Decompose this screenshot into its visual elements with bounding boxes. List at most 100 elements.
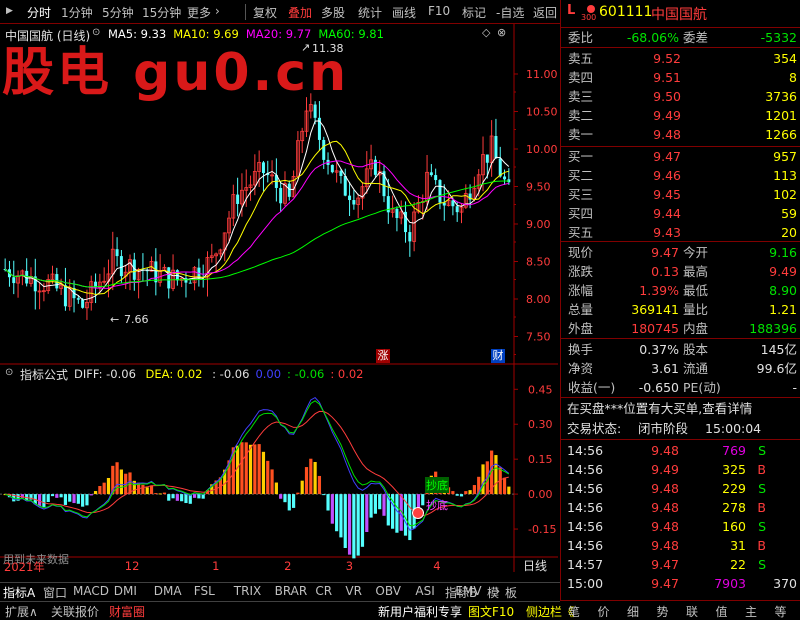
extend-tab-0[interactable]: 扩展∧: [5, 603, 38, 620]
macd-bar: [42, 494, 46, 507]
macd-tick-label: 0.15: [528, 453, 553, 466]
kline-svg[interactable]: 11.0010.5010.009.509.008.508.007.500.450…: [0, 24, 558, 572]
buy-volume: 20: [781, 225, 797, 240]
indicator-tab-1[interactable]: 窗口: [43, 584, 67, 601]
tab-15min[interactable]: 15分钟: [142, 4, 181, 21]
macd-bar: [154, 493, 158, 495]
candle-body: [63, 285, 67, 307]
indicator-tab-6[interactable]: TRIX: [234, 584, 261, 598]
mark-button[interactable]: 标记: [462, 4, 486, 21]
back-button[interactable]: 返回: [533, 4, 557, 21]
more-chevron-icon[interactable]: ›: [215, 4, 220, 18]
sell-row-0[interactable]: 卖五 9.52 354: [561, 50, 800, 68]
quote-tab-3[interactable]: 势: [657, 603, 669, 620]
sell-row-4[interactable]: 卖一 9.48 1266: [561, 126, 800, 144]
macd-extra-value: : 0.02: [330, 367, 364, 381]
candle-body: [12, 277, 16, 284]
stats-button[interactable]: 统计: [358, 4, 382, 21]
indicator-settings-icon[interactable]: ⊙: [5, 367, 13, 378]
indicator-label[interactable]: 指标公式: [20, 366, 68, 383]
indicator-tab-11[interactable]: ASI: [415, 584, 434, 598]
tick-volume: 769: [722, 443, 746, 458]
quote-tab-1[interactable]: 价: [598, 603, 610, 620]
quote-tab-7[interactable]: 等: [775, 603, 787, 620]
fuquan-button[interactable]: 复权: [253, 4, 277, 21]
quote-tab-5[interactable]: 值: [716, 603, 728, 620]
tab-1min[interactable]: 1分钟: [61, 4, 93, 21]
candle-body: [429, 172, 433, 176]
macd-bar: [347, 494, 352, 555]
macd-bar: [330, 494, 334, 524]
sell-row-3[interactable]: 卖二 9.49 1201: [561, 107, 800, 125]
diamond-icon[interactable]: ◇: [482, 26, 490, 39]
stat-value: 9.49: [769, 264, 797, 279]
indicator-tab-4[interactable]: DMA: [154, 584, 182, 598]
buy-row-4[interactable]: 买五 9.43 20: [561, 224, 800, 242]
macd-bar: [507, 486, 511, 495]
notice-text[interactable]: 在买盘***位置有大买单,查看详情: [567, 400, 752, 418]
play-icon[interactable]: ▶: [6, 6, 13, 16]
indicator-tab-8[interactable]: CR: [315, 584, 332, 598]
macd-bar: [266, 460, 270, 495]
indicator-tab-10[interactable]: OBV: [375, 584, 401, 598]
multi-stock-button[interactable]: 多股: [321, 4, 345, 21]
candle-body: [279, 187, 283, 204]
tab-more[interactable]: 更多: [187, 4, 211, 21]
tick-time: 14:56: [567, 462, 604, 477]
indicator-tab-2[interactable]: MACD: [73, 584, 109, 598]
buy-row-0[interactable]: 买一 9.47 957: [561, 148, 800, 166]
kline-chart-area[interactable]: 11.00 10.50 10.00 9.50 9.00 8.50 8.00 7.50 0.45 0…: [0, 24, 558, 574]
indicator-tab-3[interactable]: DMI: [114, 584, 137, 598]
f10-button[interactable]: F10: [428, 4, 450, 18]
quote-tab-6[interactable]: 主: [745, 603, 757, 620]
extend-tab-2[interactable]: 财富圈: [109, 603, 145, 620]
tick-row: 14:56 9.48 278 B: [561, 499, 800, 517]
indicator-tab-5[interactable]: FSL: [194, 584, 215, 598]
promo-link-1[interactable]: 图文F10: [468, 603, 514, 620]
quote-tab-0[interactable]: 笔: [568, 603, 580, 620]
tick-price: 9.48: [651, 481, 679, 496]
buy-row-1[interactable]: 买二 9.46 113: [561, 167, 800, 185]
watchlist-button[interactable]: -自选: [496, 4, 524, 21]
indicator-b-tab-1[interactable]: 模: [487, 584, 499, 601]
indicator-tab-7[interactable]: BRAR: [275, 584, 308, 598]
tab-5min[interactable]: 5分钟: [102, 4, 134, 21]
notice-row[interactable]: 在买盘***位置有大买单,查看详情: [561, 400, 800, 418]
draw-line-button[interactable]: 画线: [392, 4, 416, 21]
macd-bar: [98, 486, 102, 495]
buy-volume: 59: [781, 206, 797, 221]
sell-row-2[interactable]: 卖三 9.50 3736: [561, 88, 800, 106]
buy-row-2[interactable]: 买三 9.45 102: [561, 186, 800, 204]
tick-price: 9.47: [651, 557, 679, 572]
indicator-tab-0[interactable]: 指标A: [3, 584, 35, 601]
zhang-badge[interactable]: 涨: [376, 349, 390, 363]
macd-bar: [89, 494, 93, 496]
y-tick-label: 10.50: [526, 106, 558, 119]
macd-bar: [300, 480, 304, 495]
indicator-tab-9[interactable]: VR: [345, 584, 362, 598]
macd-bar: [502, 477, 507, 495]
sell-row-1[interactable]: 卖四 9.51 8: [561, 69, 800, 87]
promo-link-0[interactable]: 新用户福利专享: [378, 603, 462, 620]
sell-label: 卖五: [568, 51, 594, 66]
cai-badge[interactable]: 财: [491, 349, 505, 363]
close-icon[interactable]: ⊗: [497, 26, 506, 39]
macd-bar: [102, 482, 106, 495]
tick-volume: 22: [730, 557, 746, 572]
overlay-button[interactable]: 叠加: [288, 4, 312, 21]
candle-body: [287, 183, 291, 197]
stock-code[interactable]: 601111: [599, 4, 652, 20]
macd-bar: [81, 494, 85, 507]
buy-row-3[interactable]: 买四 9.44 59: [561, 205, 800, 223]
quote-tab-2[interactable]: 细: [627, 603, 639, 620]
tab-intraday[interactable]: 分时: [27, 4, 51, 21]
quote-tab-4[interactable]: 联: [686, 603, 698, 620]
macd-bar: [373, 494, 377, 514]
indicator-b-tab-2[interactable]: 板: [505, 584, 517, 601]
candle-body: [343, 175, 347, 196]
tick-price: 9.48: [651, 519, 679, 534]
indicator-b-tab-0[interactable]: 指标B: [445, 584, 477, 601]
candle-body: [352, 200, 356, 205]
extend-tab-1[interactable]: 关联报价: [51, 603, 99, 620]
stock-name[interactable]: 中国国航: [651, 4, 707, 24]
